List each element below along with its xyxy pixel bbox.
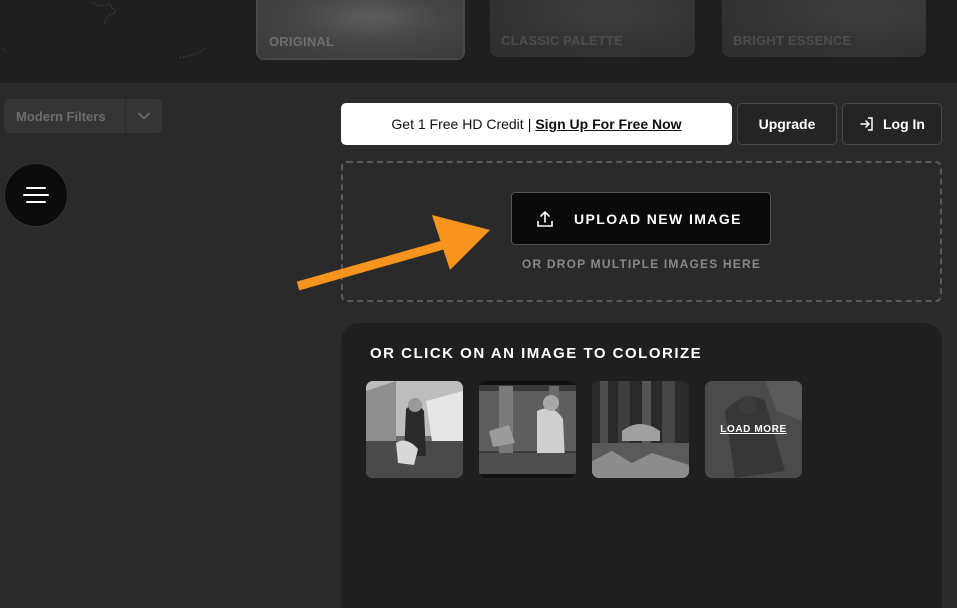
- promo-banner: Get 1 Free HD Credit | Sign Up For Free …: [341, 103, 732, 145]
- upgrade-button[interactable]: Upgrade: [737, 103, 837, 145]
- promo-text: Get 1 Free HD Credit: [391, 116, 524, 132]
- filter-category-value: Modern Filters: [16, 108, 106, 124]
- upgrade-label: Upgrade: [758, 116, 816, 132]
- sample-panel-title: OR CLICK ON AN IMAGE TO COLORIZE: [370, 345, 703, 362]
- filter-bright-essence[interactable]: BRIGHT ESSENCE: [722, 0, 926, 57]
- sample-image[interactable]: [592, 381, 689, 478]
- filter-classic-palette[interactable]: CLASSIC PALETTE: [490, 0, 695, 57]
- filter-original[interactable]: ORIGINAL: [256, 0, 465, 60]
- filter-preview: [722, 0, 926, 57]
- map-fragment: [1, 1, 207, 59]
- filter-label: ORIGINAL: [269, 34, 335, 49]
- chevron-down-icon[interactable]: [126, 99, 162, 133]
- upload-button-label: UPLOAD NEW IMAGE: [574, 210, 742, 227]
- log-in-icon: [860, 117, 873, 131]
- menu-button[interactable]: [4, 163, 68, 227]
- filter-label: CLASSIC PALETTE: [501, 33, 623, 48]
- filter-preview: [490, 0, 695, 57]
- hamburger-icon: [23, 187, 49, 203]
- filter-label: BRIGHT ESSENCE: [733, 33, 852, 48]
- login-button[interactable]: Log In: [842, 103, 942, 145]
- upload-icon: [537, 210, 553, 227]
- promo-separator: |: [527, 116, 532, 132]
- signup-link[interactable]: Sign Up For Free Now: [535, 116, 681, 132]
- load-more-tile[interactable]: LOAD MORE: [705, 381, 802, 478]
- sample-image[interactable]: [366, 381, 463, 478]
- filter-category-select[interactable]: Modern Filters: [4, 99, 162, 133]
- load-more-link[interactable]: LOAD MORE: [705, 381, 802, 478]
- sample-image[interactable]: [479, 381, 576, 478]
- login-label: Log In: [883, 116, 925, 132]
- upload-image-button[interactable]: UPLOAD NEW IMAGE: [511, 192, 771, 245]
- annotation-arrow: [296, 215, 490, 291]
- filter-preview: [258, 0, 463, 58]
